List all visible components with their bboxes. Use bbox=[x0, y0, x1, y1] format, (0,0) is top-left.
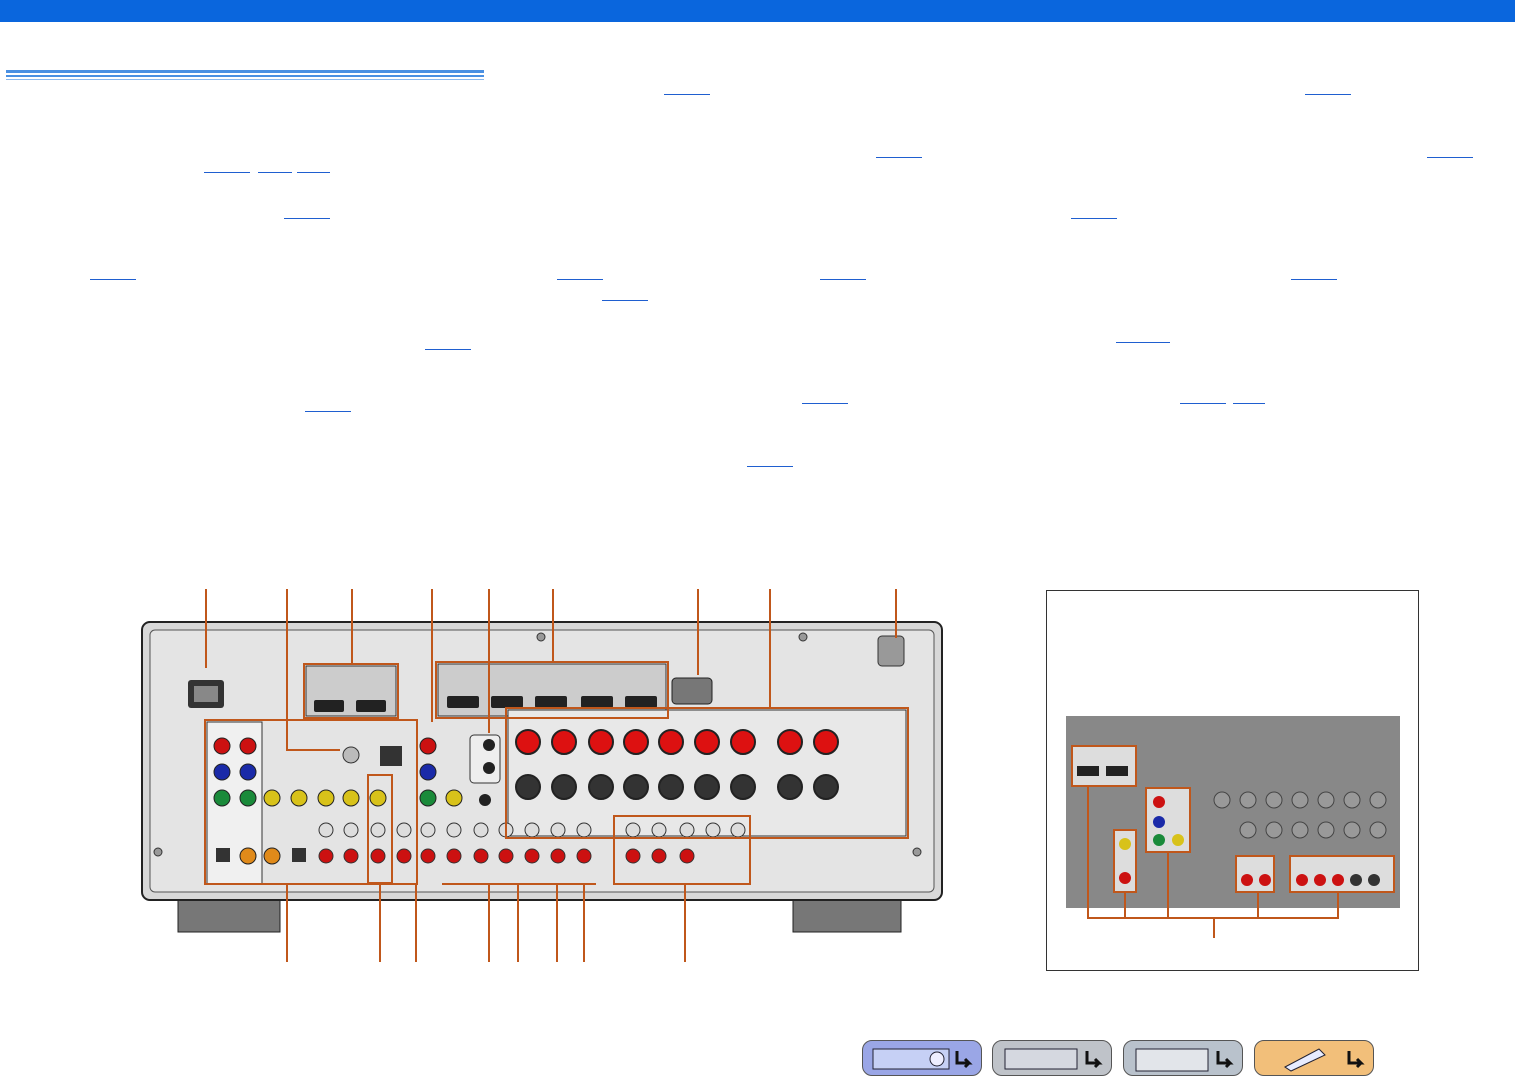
page-link[interactable] bbox=[1233, 403, 1265, 404]
remote-control-icon bbox=[1284, 1048, 1365, 1072]
page-link[interactable] bbox=[1071, 218, 1117, 219]
front-panel-nav-button[interactable] bbox=[862, 1040, 982, 1076]
rear-panel-inset-illustration bbox=[1046, 590, 1419, 971]
grid-menu-icon bbox=[1135, 1048, 1234, 1072]
settings-menu-icon bbox=[1004, 1048, 1103, 1070]
receiver-rear-panel-illustration bbox=[141, 589, 943, 962]
page-link[interactable] bbox=[1305, 94, 1351, 95]
page-link[interactable] bbox=[1180, 403, 1226, 404]
settings-menu-nav-button[interactable] bbox=[992, 1040, 1112, 1076]
front-panel-icon bbox=[872, 1048, 973, 1070]
grid-menu-nav-button[interactable] bbox=[1123, 1040, 1243, 1076]
page-link[interactable] bbox=[1427, 157, 1473, 158]
remote-control-nav-button[interactable] bbox=[1254, 1040, 1374, 1076]
page-link[interactable] bbox=[1116, 342, 1170, 343]
page-link[interactable] bbox=[1291, 279, 1337, 280]
